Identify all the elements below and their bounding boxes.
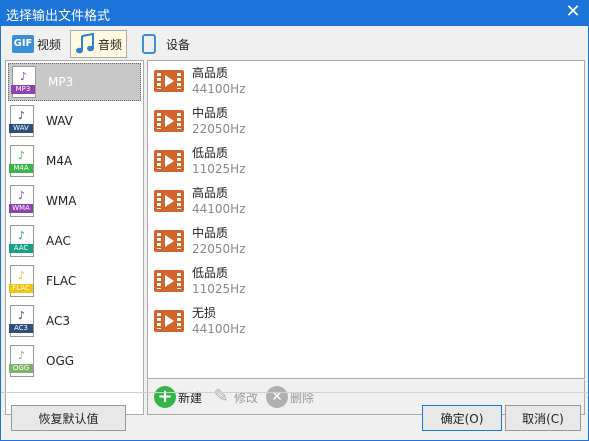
preset-item[interactable]: 中品质 22050Hz [148, 101, 584, 141]
format-name: MP3 [48, 75, 74, 89]
note-glyph: ♪ [18, 229, 26, 242]
window-title: 选择输出文件格式 [6, 9, 111, 24]
film-play-icon [154, 310, 184, 332]
audio-file-icon: ♪ MP3 [11, 66, 36, 98]
format-tag: OGG [9, 364, 33, 373]
plus-icon: + [154, 386, 176, 408]
note-glyph: ♪ [18, 269, 26, 282]
preset-quality: 低品质 [192, 146, 229, 160]
tab-device[interactable]: 设备 [131, 30, 195, 58]
audio-file-icon: ♪ FLAC [9, 265, 34, 297]
note-glyph: ♪ [18, 349, 26, 362]
format-tag: AAC [9, 244, 33, 253]
close-icon[interactable]: ✕ [563, 2, 583, 22]
preset-item[interactable]: 高品质 44100Hz [148, 181, 584, 221]
tab-video-label: 视频 [37, 37, 62, 52]
preset-item[interactable]: 无损 44100Hz [148, 301, 584, 341]
format-item[interactable]: ♪ WMA WMA [6, 181, 143, 221]
preset-sample-rate: 44100Hz [192, 82, 246, 96]
dialog-body: GIF 视频 音频 设备 ♪ MP3 MP3 ♪ WAV WAV ♪ M4A M4A ♪ WMA WM… [0, 26, 589, 441]
preset-sample-rate: 22050Hz [192, 122, 246, 136]
format-tag: FLAC [9, 284, 33, 293]
note-glyph: ♪ [18, 149, 26, 162]
preset-sample-rate: 11025Hz [192, 282, 246, 296]
edit-button[interactable]: ✎ 修改 [210, 386, 258, 408]
film-play-icon [154, 270, 184, 292]
film-play-icon [154, 110, 184, 132]
format-tag: MP3 [11, 85, 35, 94]
film-play-icon [154, 230, 184, 252]
format-item[interactable]: ♪ MP3 MP3 [8, 63, 141, 101]
category-tabs: GIF 视频 音频 设备 [7, 30, 199, 58]
preset-quality: 高品质 [192, 186, 229, 200]
note-glyph: ♪ [18, 109, 26, 122]
tab-audio-label: 音频 [98, 37, 123, 52]
format-tag: AC3 [9, 324, 33, 333]
cancel-button[interactable]: 取消(C) [505, 405, 581, 431]
film-play-icon [154, 150, 184, 172]
new-button[interactable]: + 新建 [154, 386, 202, 408]
delete-button[interactable]: ✕ 删除 [266, 386, 314, 408]
reset-defaults-button[interactable]: 恢复默认值 [11, 405, 126, 431]
format-name: AAC [46, 234, 71, 248]
audio-file-icon: ♪ WMA [9, 185, 34, 217]
preset-quality: 低品质 [192, 266, 229, 280]
preset-list: 高品质 44100Hz 中品质 22050Hz 低品质 11025Hz 高品质 44100Hz… [147, 60, 585, 379]
format-name: OGG [46, 354, 75, 368]
format-item[interactable]: ♪ FLAC FLAC [6, 261, 143, 301]
preset-item[interactable]: 低品质 11025Hz [148, 261, 584, 301]
film-play-icon [154, 190, 184, 212]
preset-quality: 中品质 [192, 226, 229, 240]
tab-video[interactable]: GIF 视频 [7, 30, 66, 58]
preset-item[interactable]: 高品质 44100Hz [148, 61, 584, 101]
music-note-icon [76, 33, 95, 54]
format-tag: WMA [9, 204, 33, 213]
preset-sample-rate: 44100Hz [192, 322, 246, 336]
format-item[interactable]: ♪ AC3 AC3 [6, 301, 143, 341]
audio-file-icon: ♪ AC3 [9, 305, 34, 337]
format-name: WMA [46, 194, 77, 208]
footer-divider [1, 392, 588, 393]
pencil-icon: ✎ [213, 386, 229, 407]
title-bar: 选择输出文件格式 ✕ [0, 0, 589, 26]
audio-file-icon: ♪ OGG [9, 345, 34, 377]
audio-file-icon: ♪ WAV [9, 105, 34, 137]
format-tag: M4A [9, 164, 33, 173]
format-tag: WAV [9, 124, 33, 133]
tab-device-label: 设备 [166, 37, 191, 52]
preset-item[interactable]: 中品质 22050Hz [148, 221, 584, 261]
format-item[interactable]: ♪ WAV WAV [6, 101, 143, 141]
format-item[interactable]: ♪ M4A M4A [6, 141, 143, 181]
preset-sample-rate: 44100Hz [192, 202, 246, 216]
preset-sample-rate: 11025Hz [192, 162, 246, 176]
format-name: M4A [46, 154, 73, 168]
delete-icon: ✕ [266, 386, 289, 408]
note-glyph: ♪ [20, 70, 28, 83]
preset-quality: 中品质 [192, 106, 229, 120]
format-item[interactable]: ♪ OGG OGG [6, 341, 143, 381]
audio-file-icon: ♪ M4A [9, 145, 34, 177]
format-item[interactable]: ♪ AAC AAC [6, 221, 143, 261]
note-glyph: ♪ [18, 309, 26, 322]
gif-icon: GIF [12, 35, 34, 53]
ok-button[interactable]: 确定(O) [422, 405, 502, 431]
preset-quality: 高品质 [192, 66, 229, 80]
note-glyph: ♪ [18, 189, 26, 202]
film-play-icon [154, 70, 184, 92]
format-name: AC3 [46, 314, 71, 328]
phone-icon [142, 34, 157, 54]
audio-file-icon: ♪ AAC [9, 225, 34, 257]
preset-sample-rate: 22050Hz [192, 242, 246, 256]
tab-audio[interactable]: 音频 [70, 30, 128, 58]
format-list: ♪ MP3 MP3 ♪ WAV WAV ♪ M4A M4A ♪ WMA WMA ♪ AAC AAC ♪ FLAC… [5, 60, 144, 415]
format-name: FLAC [46, 274, 77, 288]
format-name: WAV [46, 114, 73, 128]
preset-quality: 无损 [192, 306, 217, 320]
preset-item[interactable]: 低品质 11025Hz [148, 141, 584, 181]
